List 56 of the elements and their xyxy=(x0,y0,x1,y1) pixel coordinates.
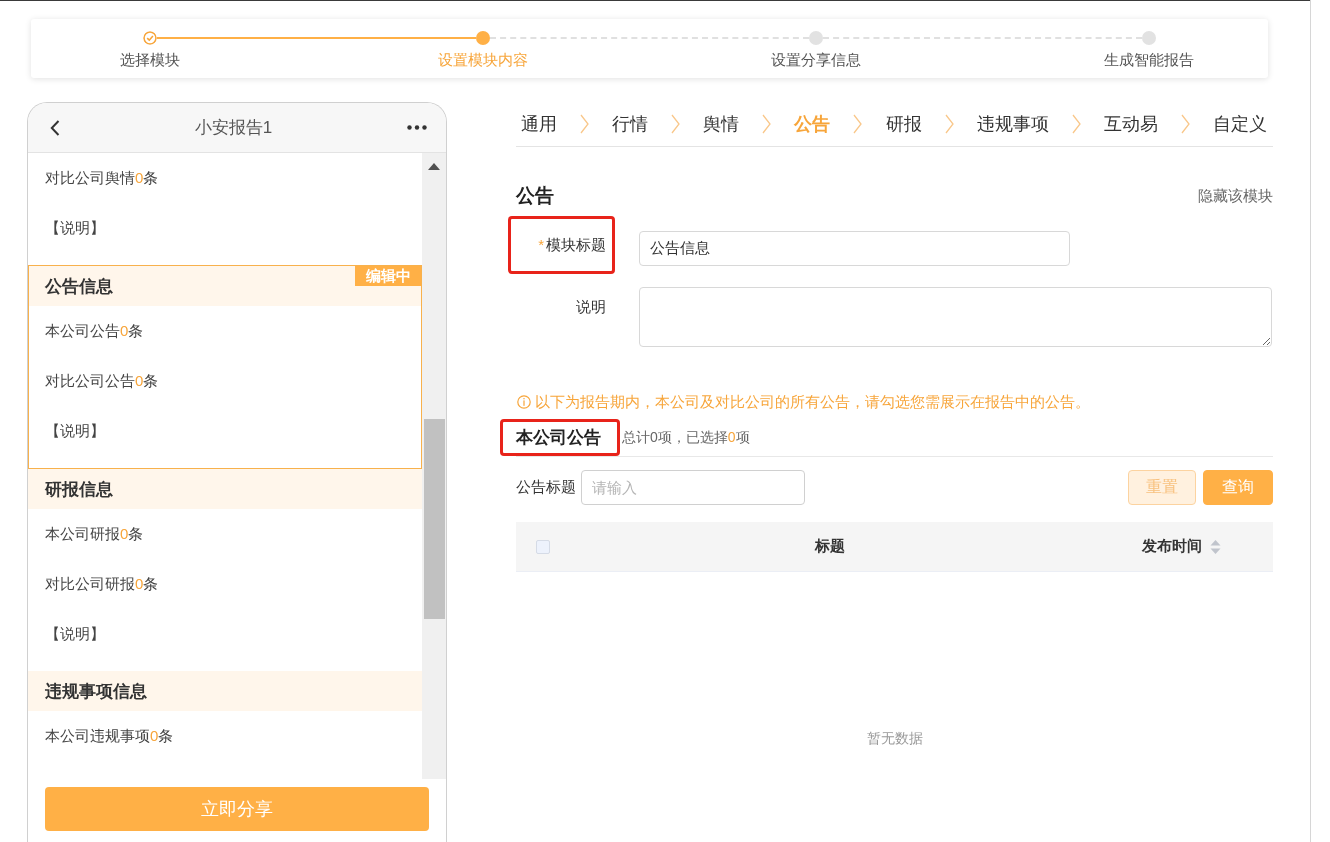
module-tab[interactable]: 违规事项 xyxy=(976,112,1049,136)
list-heading: 本公司公告 xyxy=(516,427,601,449)
editing-section[interactable]: 公告信息 编辑中 本公司公告0条 对比公司公告0条 【说明】 xyxy=(28,265,422,469)
preview-section[interactable]: 研报信息 本公司研报0条 对比公司研报0条 【说明】 xyxy=(28,469,422,671)
count-text: 对比公司公告0条 xyxy=(45,371,159,391)
field-label: *模块标题 xyxy=(538,235,606,255)
chevron-icon xyxy=(944,114,954,134)
phone-title: 小安报告1 xyxy=(193,117,274,139)
count-text: 本公司公告0条 xyxy=(45,321,144,341)
module-title-field[interactable]: 公告信息 xyxy=(639,231,1070,266)
count-text: 本公司研报0条 xyxy=(45,524,144,544)
scroll-up-icon[interactable] xyxy=(428,163,440,170)
empty-state-text: 暂无数据 xyxy=(866,730,923,746)
preview-section[interactable]: 对比公司舆情0条 【说明】 xyxy=(28,153,422,265)
notice-text: 以下为报告期内，本公司及对比公司的所有公告，请勾选您需展示在报告中的公告。 xyxy=(535,392,1090,412)
chevron-icon xyxy=(580,114,590,134)
description-field[interactable] xyxy=(639,287,1272,347)
module-tab[interactable]: 互动易 xyxy=(1103,112,1158,136)
module-tab[interactable]: 研报 xyxy=(885,112,922,136)
step-label: 设置分享信息 xyxy=(770,50,862,70)
editing-badge: 编辑中 xyxy=(355,266,421,286)
section-header: 研报信息 xyxy=(28,469,422,509)
sort-icon[interactable] xyxy=(1210,538,1221,555)
more-icon[interactable] xyxy=(407,125,427,130)
module-tab[interactable]: 通用 xyxy=(521,112,557,136)
note-text: 【说明】 xyxy=(45,624,105,644)
step-label: 生成智能报告 xyxy=(1103,50,1195,70)
chevron-icon xyxy=(762,114,772,134)
note-text: 【说明】 xyxy=(45,218,105,238)
back-icon[interactable] xyxy=(50,119,60,136)
scrollbar-thumb[interactable] xyxy=(423,419,445,619)
column-header[interactable]: 发布时间 xyxy=(1142,537,1202,556)
hide-module-link[interactable]: 隐藏该模块 xyxy=(1198,186,1273,206)
filter-label: 公告标题 xyxy=(516,478,576,497)
module-tab[interactable]: 行情 xyxy=(612,112,649,136)
count-text: 对比公司研报0条 xyxy=(45,574,159,594)
preview-section[interactable]: 违规事项信息 本公司违规事项0条 xyxy=(28,671,422,773)
chevron-icon xyxy=(1071,114,1081,134)
select-all-checkbox[interactable] xyxy=(536,539,550,554)
module-heading: 公告 xyxy=(516,184,554,208)
field-label: 说明 xyxy=(576,297,606,317)
note-text: 【说明】 xyxy=(45,421,105,441)
title-search-field[interactable]: 请输入 xyxy=(581,470,805,505)
count-text: 本公司违规事项0条 xyxy=(45,726,174,746)
info-icon xyxy=(517,395,531,409)
section-header: 违规事项信息 xyxy=(28,671,422,711)
chevron-icon xyxy=(853,114,863,134)
selection-summary: 总计0项，已选择0项 xyxy=(622,428,750,447)
column-header: 标题 xyxy=(815,537,845,556)
module-tab[interactable]: 舆情 xyxy=(703,112,740,136)
module-tab[interactable]: 自定义 xyxy=(1212,112,1267,136)
count-text: 对比公司舆情0条 xyxy=(45,168,159,188)
chevron-icon xyxy=(671,114,681,134)
step-label: 设置模块内容 xyxy=(437,50,529,70)
step-label: 选择模块 xyxy=(119,50,181,70)
chevron-icon xyxy=(1180,114,1190,134)
